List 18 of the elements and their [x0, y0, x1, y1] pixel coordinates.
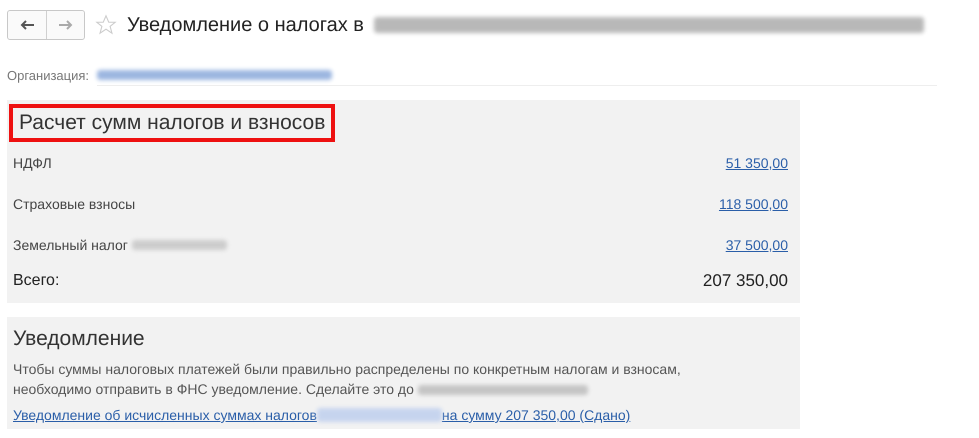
amount-link[interactable]: 118 500,00 [718, 196, 788, 212]
notice-text: Чтобы суммы налоговых платежей были правильно распределены по конкретным налогам и взносам, необходимо отправить в ФНС уведомление. Сделайте это до [13, 360, 682, 399]
notice-link[interactable]: Уведомление об исчисленных суммах налогов [13, 407, 317, 423]
notice-link[interactable]: на сумму 207 350,00 (Сдано) [442, 407, 630, 423]
amount-link[interactable]: 37 500,00 [726, 236, 788, 252]
section-heading: Расчет сумм налогов и взносов [9, 104, 336, 142]
document-title: Уведомление о налогах в [127, 14, 364, 36]
amount-link[interactable]: 51 350,00 [726, 154, 788, 170]
tax-name: Страховые взносы [13, 196, 136, 212]
total-label: Всего: [13, 272, 60, 290]
section-heading: Уведомление [13, 326, 146, 352]
tax-name: Земельный налог [13, 236, 128, 252]
arrow-right-icon [58, 20, 72, 30]
tax-name: НДФЛ [13, 154, 52, 170]
total-amount: 207 350,00 [702, 271, 788, 291]
organization-label: Организация: [7, 68, 90, 82]
star-icon[interactable] [95, 14, 117, 36]
arrow-left-icon [20, 20, 34, 30]
